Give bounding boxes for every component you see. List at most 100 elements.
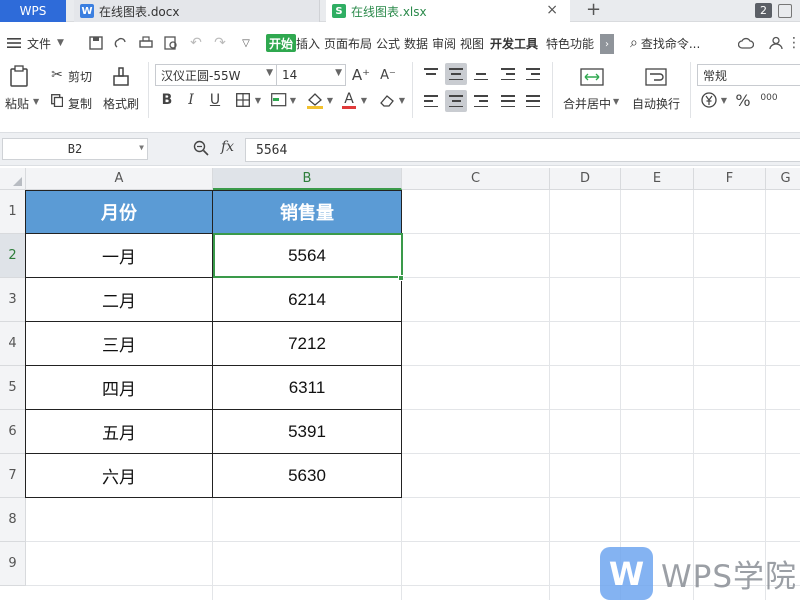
table-header-cell[interactable]: 销售量	[213, 190, 402, 234]
paste-icon[interactable]	[8, 64, 30, 88]
chevron-down-icon[interactable]: ▼	[719, 94, 729, 106]
copy-button[interactable]: 复制	[68, 95, 92, 112]
table-cell[interactable]: 五月	[25, 410, 213, 454]
more-options-icon[interactable]: ⋮	[786, 35, 800, 51]
menu-tab-view[interactable]: 视图	[460, 34, 484, 52]
chevron-down-icon[interactable]: ▼	[397, 94, 407, 106]
table-cell[interactable]: 6214	[213, 278, 402, 322]
column-header-c[interactable]: C	[402, 168, 550, 190]
align-bottom-button[interactable]	[470, 63, 492, 85]
row-header-3[interactable]: 3	[0, 278, 26, 322]
align-left-button[interactable]	[420, 90, 442, 112]
percent-button[interactable]: %	[734, 90, 752, 110]
close-tab-icon[interactable]: ×	[546, 2, 558, 18]
hamburger-menu-icon[interactable]	[6, 35, 22, 51]
column-header-b[interactable]: B	[213, 168, 402, 190]
redo-icon[interactable]: ↷	[212, 35, 228, 51]
menu-tab-insert[interactable]: 插入	[296, 34, 320, 52]
bold-button[interactable]: B	[159, 92, 175, 108]
chevron-down-icon[interactable]: ▼	[253, 94, 263, 106]
align-right-button[interactable]	[470, 90, 492, 112]
align-middle-button[interactable]	[445, 63, 467, 85]
spreadsheet-grid[interactable]: ABCDEFG 123456789 月份 销售量 一月 5564 二月 6214 三月 721…	[0, 168, 800, 600]
increase-indent-button[interactable]	[522, 63, 544, 85]
row-header-5[interactable]: 5	[0, 366, 26, 410]
justify-button[interactable]	[497, 90, 519, 112]
format-painter-button[interactable]: 格式刷	[103, 95, 139, 112]
insert-function-button[interactable]: fx	[221, 139, 234, 155]
increase-font-size-icon[interactable]: A⁺	[352, 66, 370, 84]
merge-center-button[interactable]: 合并居中	[563, 95, 611, 112]
row-header-1[interactable]: 1	[0, 190, 26, 234]
align-top-button[interactable]	[420, 63, 442, 85]
number-format-select[interactable]: 常规	[697, 64, 800, 86]
formula-input[interactable]: 5564	[245, 138, 800, 162]
menu-tab-features[interactable]: 特色功能	[546, 34, 594, 52]
menu-tab-home[interactable]: 开始	[266, 34, 297, 52]
table-cell[interactable]: 一月	[25, 234, 213, 278]
underline-button[interactable]: U	[207, 92, 223, 108]
menu-tab-data[interactable]: 数据	[404, 34, 428, 52]
chevron-down-icon[interactable]: ▼	[613, 97, 619, 106]
row-header-4[interactable]: 4	[0, 322, 26, 366]
font-size-select[interactable]: 14 ▼	[276, 64, 346, 86]
row-header-6[interactable]: 6	[0, 410, 26, 454]
table-cell[interactable]: 二月	[25, 278, 213, 322]
print-icon[interactable]	[138, 35, 154, 51]
zoom-search-icon[interactable]	[193, 140, 209, 160]
collaborator-icon[interactable]	[768, 35, 784, 51]
print-preview-icon[interactable]	[163, 35, 179, 51]
thousands-separator-button[interactable]: 000	[760, 88, 778, 108]
name-box[interactable]: B2 ▼	[2, 138, 148, 160]
cut-button[interactable]: 剪切	[68, 68, 92, 85]
command-search[interactable]: ⌕ 查找命令...	[630, 34, 700, 52]
row-header-7[interactable]: 7	[0, 454, 26, 498]
column-header-e[interactable]: E	[621, 168, 694, 190]
chevron-down-icon[interactable]: ▼	[288, 94, 298, 106]
menu-tab-formulas[interactable]: 公式	[376, 34, 400, 52]
distributed-align-button[interactable]	[522, 90, 544, 112]
fill-handle[interactable]	[398, 275, 404, 281]
column-header-a[interactable]: A	[26, 168, 213, 190]
save-icon[interactable]	[88, 35, 104, 51]
select-all-corner[interactable]	[0, 168, 26, 190]
decrease-indent-button[interactable]	[497, 63, 519, 85]
menu-file[interactable]: 文件 ▼	[27, 34, 64, 52]
clear-format-icon[interactable]	[378, 91, 396, 109]
font-color-icon[interactable]: A	[341, 90, 357, 110]
table-cell[interactable]: 六月	[25, 454, 213, 498]
tab-spreadsheet[interactable]: S 在线图表.xlsx ×	[326, 0, 570, 22]
borders-icon[interactable]	[234, 92, 252, 108]
window-restore-icon[interactable]	[778, 4, 792, 18]
cell-style-icon[interactable]	[270, 92, 288, 108]
table-cell[interactable]: 5391	[213, 410, 402, 454]
paste-button[interactable]: 粘贴	[5, 95, 29, 112]
decrease-font-size-icon[interactable]: A⁻	[379, 66, 397, 84]
wrap-text-button[interactable]: 自动换行	[632, 95, 680, 112]
column-header-g[interactable]: G	[766, 168, 800, 190]
new-tab-button[interactable]: +	[586, 0, 601, 20]
table-cell[interactable]: 7212	[213, 322, 402, 366]
table-cell[interactable]: 6311	[213, 366, 402, 410]
tab-wps-home[interactable]: WPS	[0, 0, 66, 22]
chevron-down-icon[interactable]: ▼	[325, 94, 335, 106]
column-header-f[interactable]: F	[694, 168, 766, 190]
menu-tab-page-layout[interactable]: 页面布局	[324, 34, 372, 52]
row-header-9[interactable]: 9	[0, 542, 26, 586]
row-header-2[interactable]: 2	[0, 234, 26, 278]
tab-document[interactable]: W 在线图表.docx	[74, 0, 320, 22]
table-header-cell[interactable]: 月份	[25, 190, 213, 234]
font-name-select[interactable]: 汉仪正圆-55W ▼	[155, 64, 277, 86]
table-cell[interactable]: 5630	[213, 454, 402, 498]
table-cell[interactable]: 四月	[25, 366, 213, 410]
menu-more-button[interactable]: ›	[600, 34, 614, 54]
italic-button[interactable]: I	[183, 92, 199, 108]
cloud-icon[interactable]	[738, 35, 754, 51]
window-count-badge[interactable]: 2	[755, 3, 772, 18]
undo-icon[interactable]: ↶	[188, 35, 204, 51]
align-center-button[interactable]	[445, 90, 467, 112]
menu-tab-review[interactable]: 审阅	[432, 34, 456, 52]
customize-toolbar-icon[interactable]: ▽	[238, 35, 254, 51]
currency-icon[interactable]	[700, 91, 718, 109]
row-header-8[interactable]: 8	[0, 498, 26, 542]
